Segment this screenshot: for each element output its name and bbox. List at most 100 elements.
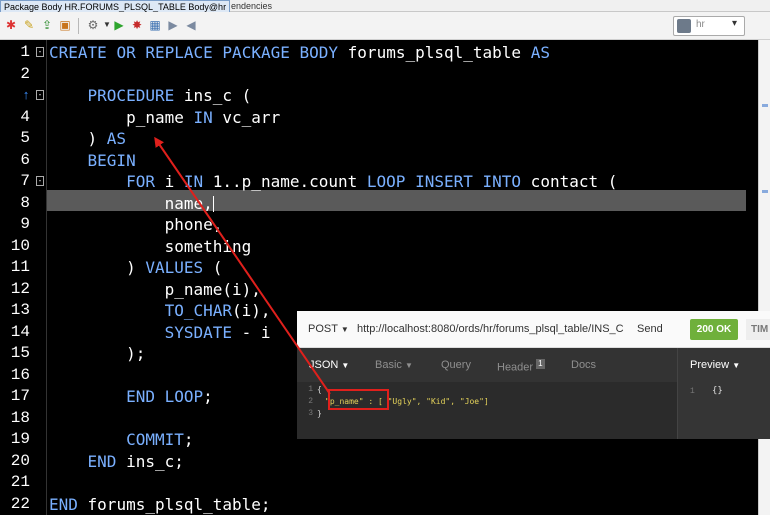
line-number: 14 <box>10 322 30 341</box>
fold-toggle-icon[interactable]: - <box>36 47 44 57</box>
chevron-down-icon: ▼ <box>340 325 349 334</box>
chevron-down-icon: ▼ <box>341 361 350 370</box>
connection-select[interactable]: hr ▾ <box>673 16 745 36</box>
request-bar: POST ▼ http://localhost:8080/ords/hr/for… <box>297 311 770 348</box>
editor-toolbar: ✱ ✎ ⇪ ▣ ⚙ ▼ ▶ ✸ ▦ ▶ ◀ hr ▾ <box>0 12 770 40</box>
line-number: 15 <box>10 344 30 362</box>
line-number: 6 <box>20 150 30 169</box>
fold-toggle-icon[interactable]: - <box>36 176 44 186</box>
code-line: ) VALUES ( <box>49 258 223 277</box>
chevron-down-icon: ▾ <box>732 18 738 29</box>
current-line-arrow-icon: ↑ <box>22 88 30 103</box>
compile-icon[interactable]: ⇪ <box>40 18 54 32</box>
line-number: 4 <box>20 107 30 126</box>
line-number: 22 <box>10 494 30 513</box>
text-caret <box>212 196 214 212</box>
document-tab-strip: Package Body HR.FORUMS_PLSQL_TABLE Body@… <box>0 0 770 12</box>
line-number: 20 <box>10 451 30 470</box>
status-badge: 200 OK <box>690 319 738 340</box>
tab-json[interactable]: JSON ▼ <box>309 359 349 371</box>
code-editor[interactable]: 1-2 ↑ -4 5 6 7-8 9 10 11 12 13 14 15 16 17 18 19 20 21 22 C… <box>0 40 758 515</box>
edit-icon[interactable]: ✎ <box>22 18 36 32</box>
chevron-down-icon: ▼ <box>732 361 741 370</box>
preview-tab[interactable]: Preview ▼ <box>690 359 740 371</box>
code-line: name, <box>49 193 214 213</box>
line-number: 18 <box>10 408 30 427</box>
url-input[interactable]: http://localhost:8080/ords/hr/forums_pls… <box>357 323 624 335</box>
code-line: END ins_c; <box>87 451 184 471</box>
line-number: 8 <box>20 193 30 212</box>
body-line: { <box>317 385 322 394</box>
line-number: 13 <box>10 301 30 319</box>
body-line: } <box>317 409 322 418</box>
line-number: 10 <box>10 236 30 255</box>
preview-line-number: 1 <box>690 387 695 396</box>
preview-value: {} <box>712 386 723 396</box>
http-method-select[interactable]: POST ▼ <box>308 323 349 335</box>
code-line: BEGIN <box>87 150 136 170</box>
request-body-editor[interactable]: 1 2 3 { "p_name" : [ "Ugly", "Kid", "Joe… <box>297 382 677 439</box>
code-line: p_name IN vc_arr <box>49 107 281 127</box>
http-method-label: POST <box>308 323 338 335</box>
preview-tab-label: Preview <box>690 359 730 371</box>
line-number: 1 <box>20 43 30 61</box>
line-number: 7 <box>20 172 30 190</box>
scroll-marker <box>762 190 768 193</box>
tab-dependencies[interactable]: endencies <box>231 0 272 12</box>
tab-query[interactable]: Query <box>441 359 471 371</box>
play-icon[interactable]: ▶ <box>112 18 126 32</box>
line-number: 11 <box>10 258 30 276</box>
tab-docs[interactable]: Docs <box>571 359 596 371</box>
code-line: END LOOP; <box>126 387 213 406</box>
code-line: phone, <box>49 215 223 234</box>
code-line: FOR i IN 1..p_name.count LOOP INSERT INT… <box>126 172 618 191</box>
code-line: COMMIT; <box>126 430 194 449</box>
tab-header[interactable]: Header 1 <box>497 359 545 374</box>
line-number: 16 <box>10 365 30 384</box>
code-line: something <box>49 236 252 256</box>
body-line-number: 3 <box>308 409 313 418</box>
body-line-number: 2 <box>308 397 313 406</box>
response-preview: Preview ▼ 1 {} <box>677 348 770 439</box>
body-line-payload: "p_name" : [ "Ugly", "Kid", "Joe"] <box>325 397 489 406</box>
run-icon[interactable]: ✱ <box>4 18 18 32</box>
line-number: 2 <box>20 64 30 83</box>
bookmark-icon[interactable]: ▦ <box>148 18 162 32</box>
code-line: p_name(i), <box>49 279 261 299</box>
scroll-marker <box>762 104 768 107</box>
forward-icon[interactable]: ▶ <box>166 18 180 32</box>
send-button[interactable]: Send <box>637 323 663 335</box>
request-tabs: JSON ▼ Basic ▼ Query Header 1 Docs <box>297 348 677 382</box>
time-badge: TIM <box>746 319 770 340</box>
body-line-number: 1 <box>308 385 313 394</box>
code-line: ); <box>49 344 146 363</box>
toolbar-separator <box>78 18 79 34</box>
code-line: PROCEDURE ins_c ( <box>87 86 252 105</box>
tab-basic[interactable]: Basic ▼ <box>375 359 413 371</box>
tab-package-body[interactable]: Package Body HR.FORUMS_PLSQL_TABLE Body@… <box>0 0 231 12</box>
settings-icon[interactable]: ⚙ <box>86 18 100 32</box>
tab-header-label: Header <box>497 361 534 374</box>
code-line: CREATE OR REPLACE PACKAGE BODY forums_pl… <box>49 43 550 62</box>
code-line: ) AS <box>49 129 127 148</box>
debug-icon[interactable]: ✸ <box>130 18 144 32</box>
gutter-divider <box>46 40 47 515</box>
database-icon <box>677 19 691 33</box>
code-line: END forums_plsql_table; <box>49 494 271 514</box>
code-line: SYSDATE - i <box>164 322 271 342</box>
chevron-down-icon: ▼ <box>404 361 413 370</box>
tab-json-label: JSON <box>309 359 339 371</box>
line-number: 12 <box>10 279 30 298</box>
line-number: 5 <box>20 129 30 147</box>
rest-client-panel: POST ▼ http://localhost:8080/ords/hr/for… <box>297 311 770 439</box>
header-count-badge: 1 <box>536 359 545 369</box>
line-number: 17 <box>10 387 30 405</box>
line-number: 21 <box>10 473 30 491</box>
back-icon[interactable]: ◀ <box>184 18 198 32</box>
line-number: 19 <box>10 430 30 448</box>
connection-label: hr <box>696 19 705 30</box>
fold-toggle-icon[interactable]: - <box>36 90 44 100</box>
editor-scrollbar[interactable] <box>758 40 770 515</box>
package-icon[interactable]: ▣ <box>58 18 72 32</box>
tab-basic-label: Basic <box>375 359 402 371</box>
